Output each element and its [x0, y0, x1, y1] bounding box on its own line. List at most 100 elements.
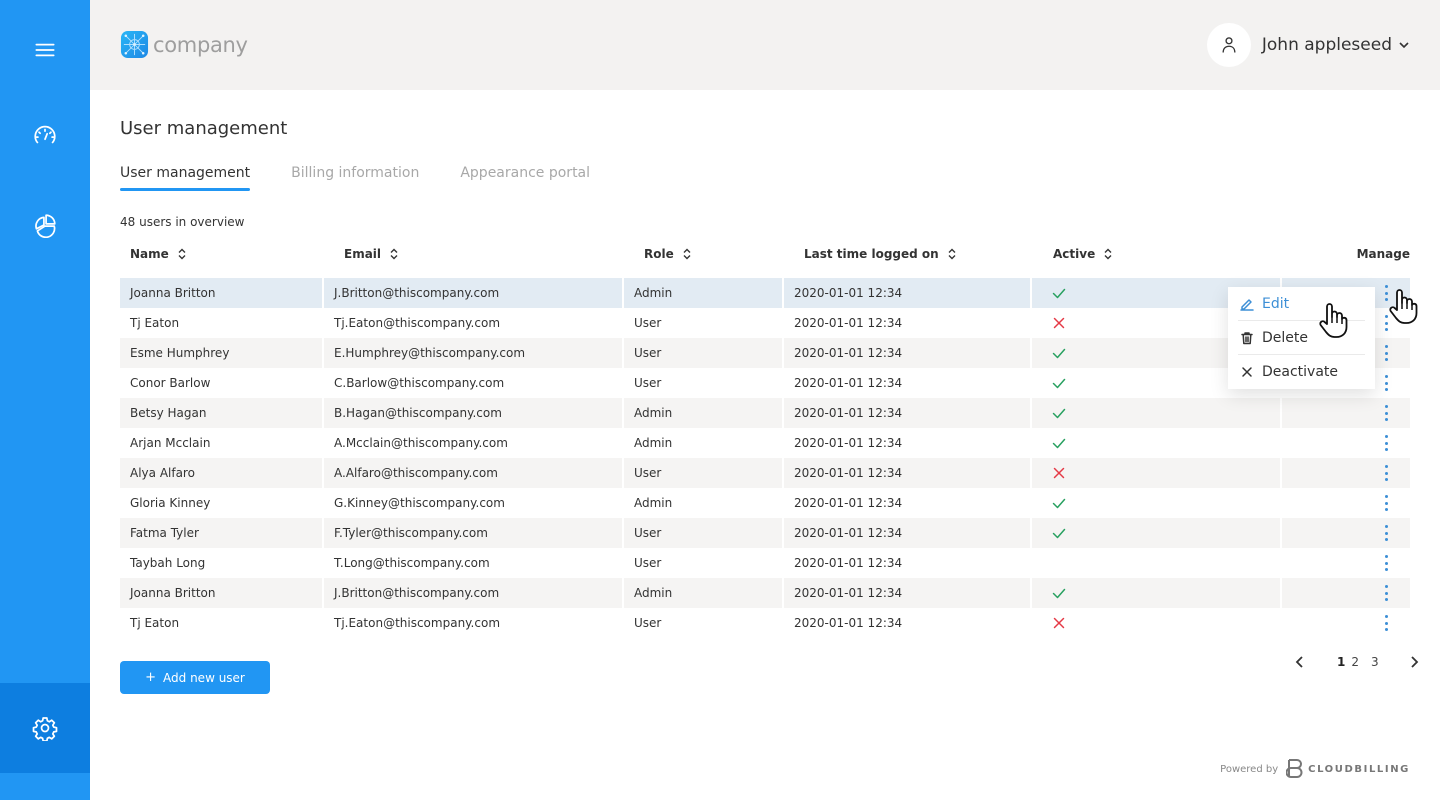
sidebar-item-settings[interactable]: [0, 683, 90, 773]
close-icon: [1242, 367, 1252, 377]
menu-item-label: Edit: [1262, 295, 1290, 312]
pagination: 1 2 3: [1292, 652, 1422, 672]
cell-manage: [1282, 548, 1410, 578]
cell-last-login: 2020-01-01 12:34: [784, 368, 1032, 398]
menu-item-deactivate[interactable]: Deactivate: [1238, 355, 1365, 389]
check-icon: [1052, 498, 1066, 509]
tab-user-management[interactable]: User management: [120, 165, 251, 191]
pie-chart-icon: [35, 214, 56, 238]
user-menu[interactable]: John appleseed: [1206, 23, 1410, 67]
cell-email: G.Kinney@thiscompany.com: [324, 488, 624, 518]
column-header-last-login[interactable]: Last time logged on: [794, 247, 1043, 261]
user-name: John appleseed: [1261, 35, 1392, 55]
sidebar-item-dashboard[interactable]: [0, 91, 90, 181]
more-options-icon[interactable]: [1380, 553, 1392, 573]
column-header-label: Active: [1053, 247, 1096, 261]
page-1[interactable]: 1: [1337, 655, 1345, 669]
check-icon: [1052, 438, 1066, 449]
column-header-label: Manage: [1356, 247, 1410, 261]
sort-icon: [683, 248, 691, 260]
sidebar: [0, 0, 90, 800]
table-row[interactable]: Gloria Kinney G.Kinney@thiscompany.com A…: [120, 488, 1410, 518]
users-table: Name Email Role Last time logged on Acti…: [120, 238, 1410, 638]
menu-item-label: Delete: [1262, 329, 1308, 346]
column-header-label: Email: [344, 247, 382, 261]
cell-name: Betsy Hagan: [120, 398, 324, 428]
table-row[interactable]: Alya Alfaro A.Alfaro@thiscompany.com Use…: [120, 458, 1410, 488]
more-options-icon[interactable]: [1380, 343, 1392, 363]
table-row[interactable]: Taybah Long T.Long@thiscompany.com User …: [120, 548, 1410, 578]
cell-manage: [1282, 518, 1410, 548]
cell-active: [1032, 458, 1282, 488]
add-new-user-button[interactable]: + Add new user: [120, 661, 270, 694]
cell-active: [1032, 578, 1282, 608]
sidebar-menu-button[interactable]: [0, 5, 90, 95]
table-body: Joanna Britton J.Britton@thiscompany.com…: [120, 278, 1410, 638]
cell-manage: [1282, 458, 1410, 488]
cell-role: User: [624, 338, 784, 368]
page-2[interactable]: 2: [1351, 655, 1359, 669]
table-row[interactable]: Betsy Hagan B.Hagan@thiscompany.com Admi…: [120, 398, 1410, 428]
sidebar-item-reports[interactable]: [0, 180, 90, 270]
table-row[interactable]: Fatma Tyler F.Tyler@thiscompany.com User…: [120, 518, 1410, 548]
more-options-icon[interactable]: [1380, 493, 1392, 513]
cell-active: [1032, 428, 1282, 458]
column-header-name[interactable]: Name: [120, 247, 334, 261]
cell-name: Esme Humphrey: [120, 338, 324, 368]
powered-by-label: Powered by: [1220, 763, 1279, 775]
cell-role: User: [624, 608, 784, 638]
more-options-icon[interactable]: [1380, 433, 1392, 453]
column-header-active[interactable]: Active: [1043, 247, 1293, 261]
table-row[interactable]: Tj Eaton Tj.Eaton@thiscompany.com User 2…: [120, 308, 1410, 338]
more-options-icon[interactable]: [1380, 373, 1392, 393]
table-row[interactable]: Joanna Britton J.Britton@thiscompany.com…: [120, 578, 1410, 608]
top-header: company John appleseed: [90, 0, 1440, 90]
cell-last-login: 2020-01-01 12:34: [784, 578, 1032, 608]
check-icon: [1052, 288, 1066, 299]
chevron-left-icon[interactable]: [1292, 654, 1308, 670]
cross-icon: [1053, 317, 1065, 329]
column-header-email[interactable]: Email: [334, 247, 634, 261]
cell-email: B.Hagan@thiscompany.com: [324, 398, 624, 428]
page-numbers: 1 2 3: [1334, 655, 1382, 669]
column-header-role[interactable]: Role: [634, 247, 794, 261]
cell-last-login: 2020-01-01 12:34: [784, 518, 1032, 548]
page-3[interactable]: 3: [1371, 655, 1379, 669]
cell-name: Taybah Long: [120, 548, 324, 578]
logo-mark-icon: [120, 30, 149, 59]
cell-active: [1032, 488, 1282, 518]
table-row[interactable]: Joanna Britton J.Britton@thiscompany.com…: [120, 278, 1410, 308]
cell-last-login: 2020-01-01 12:34: [784, 338, 1032, 368]
cell-active: [1032, 518, 1282, 548]
cell-email: J.Britton@thiscompany.com: [324, 278, 624, 308]
cell-last-login: 2020-01-01 12:34: [784, 458, 1032, 488]
speedometer-icon: [34, 125, 56, 144]
cell-last-login: 2020-01-01 12:34: [784, 548, 1032, 578]
table-row[interactable]: Conor Barlow C.Barlow@thiscompany.com Us…: [120, 368, 1410, 398]
cell-role: Admin: [624, 488, 784, 518]
cell-email: Tj.Eaton@thiscompany.com: [324, 308, 624, 338]
cell-last-login: 2020-01-01 12:34: [784, 398, 1032, 428]
table-row[interactable]: Arjan Mcclain A.Mcclain@thiscompany.com …: [120, 428, 1410, 458]
more-options-icon[interactable]: [1380, 523, 1392, 543]
table-row[interactable]: Tj Eaton Tj.Eaton@thiscompany.com User 2…: [120, 608, 1410, 638]
cell-email: E.Humphrey@thiscompany.com: [324, 338, 624, 368]
tab-billing-information[interactable]: Billing information: [291, 165, 419, 191]
cell-manage: [1282, 488, 1410, 518]
hamburger-icon: [35, 43, 55, 57]
more-options-icon[interactable]: [1380, 613, 1392, 633]
more-options-icon[interactable]: [1380, 463, 1392, 483]
cell-last-login: 2020-01-01 12:34: [784, 428, 1032, 458]
more-options-icon[interactable]: [1380, 403, 1392, 423]
plus-icon: +: [145, 670, 157, 685]
cell-active: [1032, 548, 1282, 578]
cell-email: A.Alfaro@thiscompany.com: [324, 458, 624, 488]
chevron-right-icon[interactable]: [1406, 654, 1422, 670]
more-options-icon[interactable]: [1380, 583, 1392, 603]
cell-email: Tj.Eaton@thiscompany.com: [324, 608, 624, 638]
cell-role: User: [624, 518, 784, 548]
company-logo[interactable]: company: [120, 30, 248, 59]
column-header-label: Name: [130, 247, 169, 261]
tab-appearance-portal[interactable]: Appearance portal: [460, 165, 590, 191]
table-row[interactable]: Esme Humphrey E.Humphrey@thiscompany.com…: [120, 338, 1410, 368]
